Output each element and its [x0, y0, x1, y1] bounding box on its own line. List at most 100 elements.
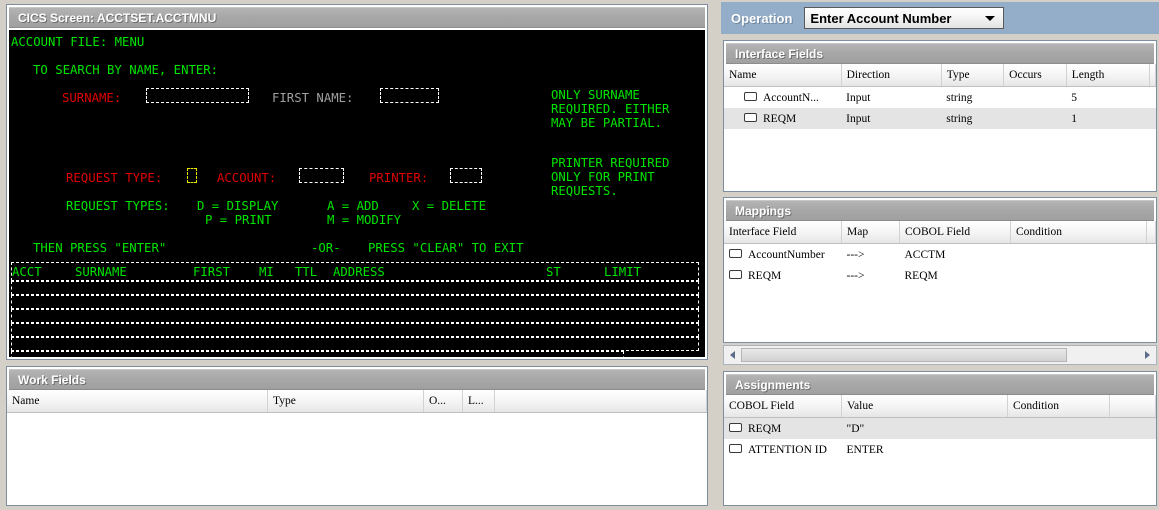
scroll-left-icon[interactable]: [724, 347, 741, 364]
pane-splitter[interactable]: [714, 0, 721, 510]
terminal-result-row[interactable]: [11, 351, 624, 357]
terminal-rt-delete: X = DELETE: [412, 199, 486, 213]
mappings-col-filler: [1147, 221, 1156, 244]
mappings-cell-map: --->: [842, 265, 900, 286]
mappings-cell-interface-field: AccountNumber: [724, 244, 842, 266]
left-pane: CICS Screen: ACCTSET.ACCTMNU ACCOUNT FIL…: [0, 0, 714, 510]
terminal-col-mi: MI: [259, 265, 274, 279]
interface-cell-length: 1: [1066, 108, 1149, 129]
work-fields-col-occurs[interactable]: O...: [424, 390, 463, 413]
terminal-col-address: ADDRESS: [333, 265, 385, 279]
interface-col-direction[interactable]: Direction: [841, 64, 941, 87]
work-fields-col-name[interactable]: Name: [7, 390, 268, 413]
assignments-cell-value: ENTER: [842, 439, 1008, 460]
mappings-header-row: Interface Field Map COBOL Field Conditio…: [724, 221, 1156, 244]
mappings-col-interface-field[interactable]: Interface Field: [724, 221, 842, 244]
terminal-rt-add: A = ADD: [327, 199, 379, 213]
terminal-result-row[interactable]: [11, 337, 699, 351]
assignments-cell-condition: [1008, 418, 1110, 440]
terminal-printer-label: PRINTER:: [369, 171, 428, 185]
mappings-cell-cobol-field: REQM: [900, 265, 1011, 286]
interface-fields-table: Name Direction Type Occurs Length Accoun…: [724, 64, 1156, 129]
terminal-note1-line1: ONLY SURNAME: [551, 88, 640, 102]
interface-cell-direction: Input: [841, 108, 941, 129]
assignments-col-condition[interactable]: Condition: [1008, 395, 1110, 418]
interface-col-occurs[interactable]: Occurs: [1004, 64, 1067, 87]
mappings-cell-interface-field: REQM: [724, 265, 842, 286]
scrollbar-thumb[interactable]: [741, 348, 1067, 362]
cics-terminal[interactable]: ACCOUNT FILE: MENU TO SEARCH BY NAME, EN…: [9, 30, 705, 357]
operation-dropdown[interactable]: Enter Account Number: [804, 7, 1004, 29]
operation-bar: Operation Enter Account Number: [721, 2, 1159, 34]
terminal-printer-input[interactable]: [450, 168, 482, 183]
interface-col-length[interactable]: Length: [1066, 64, 1149, 87]
table-row[interactable]: AccountNumber ---> ACCTM: [724, 244, 1156, 266]
mappings-title: Mappings: [726, 200, 1154, 221]
work-fields-header-row: Name Type O... L...: [7, 390, 707, 413]
work-fields-col-type[interactable]: Type: [268, 390, 424, 413]
mappings-cell-condition: [1011, 244, 1147, 266]
terminal-result-row[interactable]: [11, 281, 699, 295]
table-row[interactable]: REQM Input string 1: [724, 108, 1156, 129]
interface-cell-name: REQM: [724, 108, 841, 129]
terminal-result-row[interactable]: [11, 295, 699, 309]
assignments-body: REQM "D" ATTENTION ID ENTER: [724, 418, 1156, 461]
terminal-surname-input[interactable]: [146, 88, 249, 103]
interface-cell-filler: [1150, 87, 1156, 109]
terminal-account-input[interactable]: [299, 168, 344, 183]
assignments-cell-cobol-field: ATTENTION ID: [724, 439, 842, 460]
work-fields-table: Name Type O... L...: [7, 390, 707, 413]
assignments-panel: Assignments COBOL Field Value Condition …: [723, 371, 1157, 506]
cics-screen-group: CICS Screen: ACCTSET.ACCTMNU ACCOUNT FIL…: [6, 4, 708, 360]
table-row[interactable]: ATTENTION ID ENTER: [724, 439, 1156, 460]
terminal-rt-modify: M = MODIFY: [327, 213, 401, 227]
mappings-col-cobol-field[interactable]: COBOL Field: [900, 221, 1011, 244]
work-fields-col-filler: [495, 390, 707, 413]
field-icon: [729, 423, 742, 432]
terminal-first-name-input[interactable]: [380, 88, 439, 103]
terminal-result-row[interactable]: [11, 309, 699, 323]
field-icon: [744, 92, 757, 101]
interface-col-name[interactable]: Name: [724, 64, 841, 87]
terminal-note2-line2: ONLY FOR PRINT: [551, 170, 655, 184]
table-row[interactable]: REQM "D": [724, 418, 1156, 440]
chevron-down-icon: [985, 16, 995, 21]
terminal-account-label: ACCOUNT:: [217, 171, 276, 185]
table-row[interactable]: REQM ---> REQM: [724, 265, 1156, 286]
terminal-request-type-input[interactable]: [187, 168, 197, 183]
terminal-rt-print: P = PRINT: [205, 213, 272, 227]
application-window: CICS Screen: ACCTSET.ACCTMNU ACCOUNT FIL…: [0, 0, 1159, 510]
terminal-note1-line3: MAY BE PARTIAL.: [551, 116, 662, 130]
mappings-cell-condition: [1011, 265, 1147, 286]
interface-col-filler: [1150, 64, 1156, 87]
assignments-cell-filler: [1110, 439, 1156, 460]
interface-cell-occurs: [1004, 87, 1067, 109]
mappings-col-map[interactable]: Map: [842, 221, 900, 244]
field-icon: [744, 113, 757, 122]
terminal-col-acct: ACCT: [12, 265, 42, 279]
terminal-note2-line1: PRINTER REQUIRED: [551, 156, 669, 170]
table-row[interactable]: AccountN... Input string 5: [724, 87, 1156, 109]
field-icon: [729, 249, 742, 258]
assignments-col-cobol-field[interactable]: COBOL Field: [724, 395, 842, 418]
assignments-header-row: COBOL Field Value Condition: [724, 395, 1156, 418]
cics-screen-title: CICS Screen: ACCTSET.ACCTMNU: [9, 7, 705, 28]
terminal-rt-display: D = DISPLAY: [197, 199, 278, 213]
mappings-horizontal-scrollbar[interactable]: [723, 345, 1157, 365]
scroll-right-icon[interactable]: [1139, 347, 1156, 364]
interface-fields-title: Interface Fields: [726, 43, 1154, 64]
terminal-first-name-label: FIRST NAME:: [272, 91, 353, 105]
mappings-cell-filler: [1147, 265, 1156, 286]
terminal-request-types-label: REQUEST TYPES:: [66, 199, 170, 213]
interface-cell-filler: [1150, 108, 1156, 129]
assignments-col-filler: [1110, 395, 1156, 418]
terminal-result-row[interactable]: [11, 323, 699, 337]
mappings-col-condition[interactable]: Condition: [1011, 221, 1147, 244]
work-fields-col-length[interactable]: L...: [463, 390, 495, 413]
interface-col-type[interactable]: Type: [941, 64, 1003, 87]
assignments-col-value[interactable]: Value: [842, 395, 1008, 418]
mappings-body: AccountNumber ---> ACCTM REQM ---> REQM: [724, 244, 1156, 287]
interface-cell-name: AccountN...: [724, 87, 841, 109]
scrollbar-track[interactable]: [741, 348, 1139, 362]
terminal-col-st: ST: [546, 265, 561, 279]
